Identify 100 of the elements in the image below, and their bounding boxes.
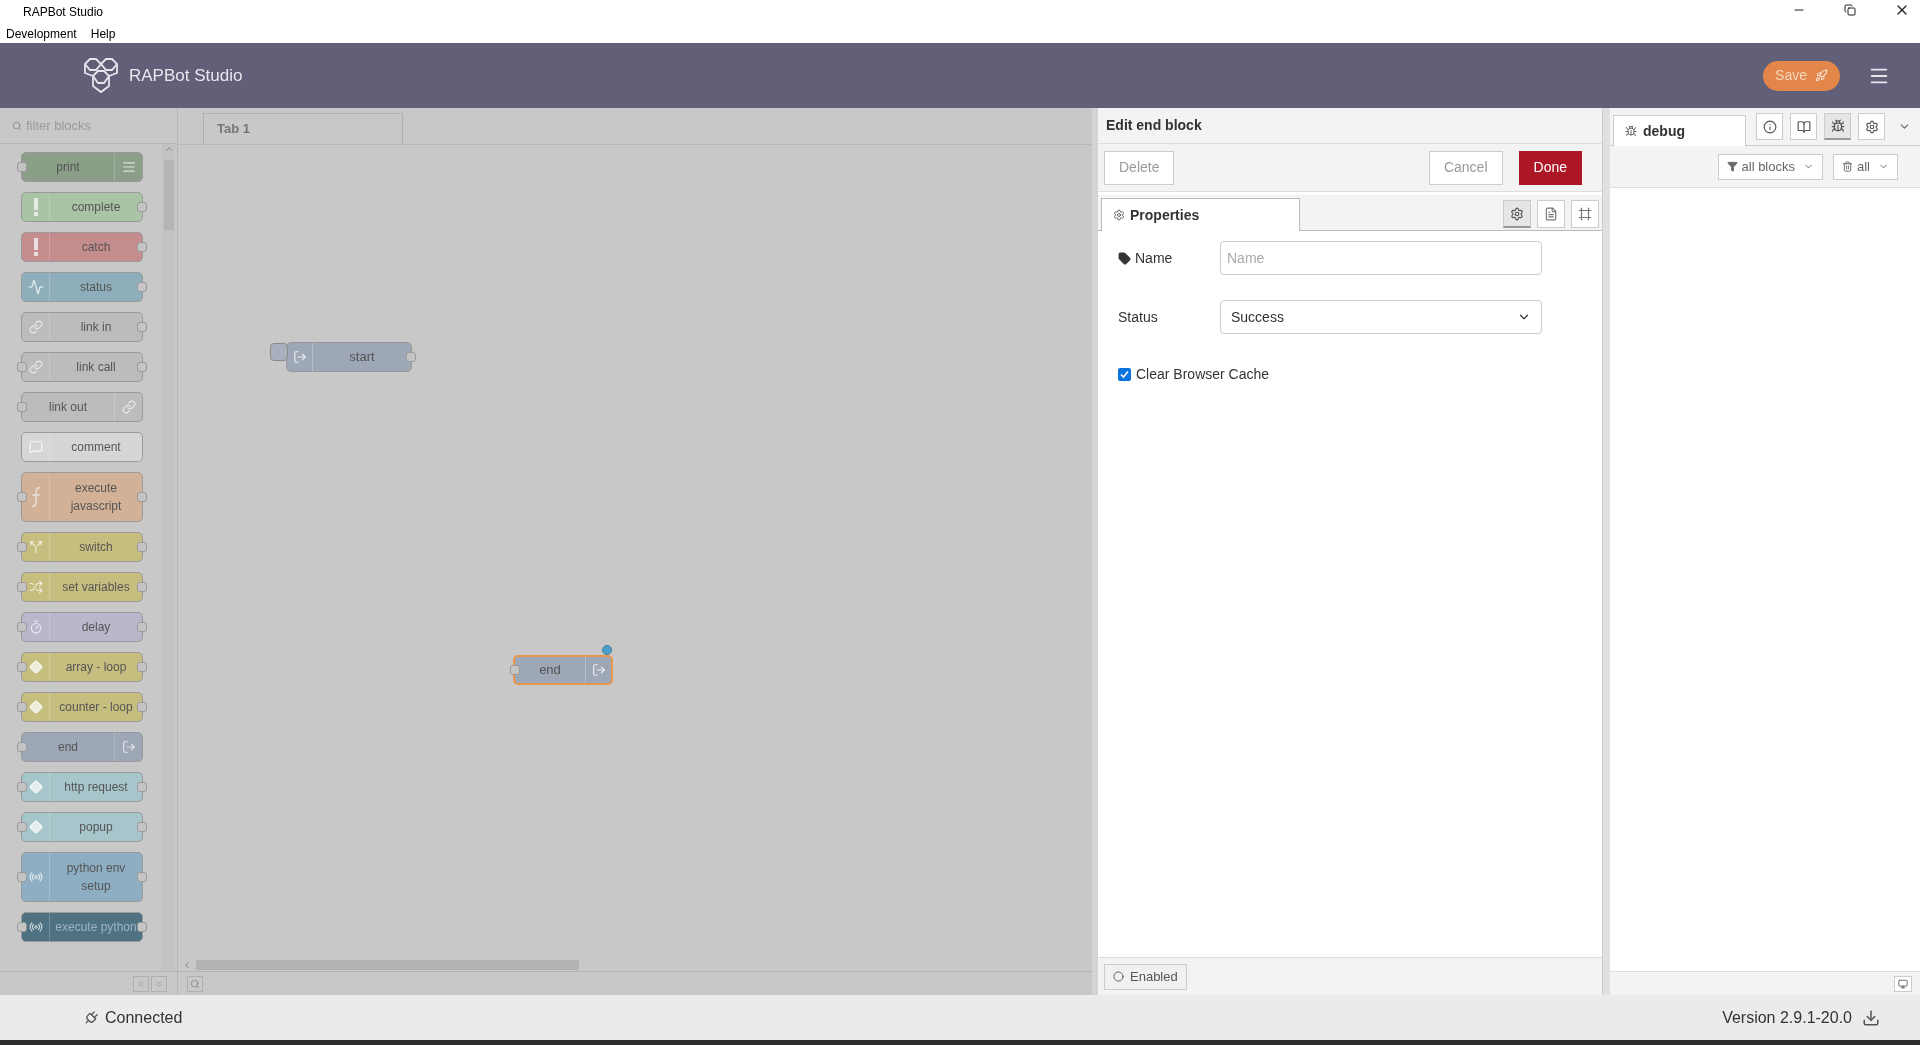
diamond-icon	[28, 700, 43, 714]
rocket-icon	[1815, 69, 1828, 82]
filter-icon	[1726, 161, 1738, 172]
workspace-tab[interactable]: Tab 1	[203, 113, 403, 144]
scroll-up-icon[interactable]	[163, 144, 174, 154]
port[interactable]	[137, 492, 147, 502]
filter-button[interactable]: all blocks	[1717, 153, 1823, 180]
port[interactable]	[17, 162, 27, 172]
port[interactable]	[17, 362, 27, 372]
delete-button[interactable]: Delete	[1104, 150, 1175, 185]
version-label: Version 2.9.1-20.0	[1722, 1007, 1852, 1028]
port[interactable]	[137, 662, 147, 672]
search-icon	[12, 120, 22, 131]
split-icon	[28, 540, 43, 554]
port[interactable]	[137, 872, 147, 882]
speech-bubble-icon	[28, 440, 43, 454]
enabled-toggle[interactable]: Enabled	[1104, 963, 1187, 990]
tag-icon	[1118, 251, 1131, 265]
link-icon	[121, 400, 136, 414]
frame-icon-tab[interactable]	[1571, 200, 1599, 228]
signal-icon	[28, 920, 43, 934]
bug-icon	[1830, 119, 1845, 133]
port[interactable]	[406, 352, 416, 362]
document-icon-tab[interactable]	[1537, 200, 1565, 228]
port[interactable]	[17, 702, 27, 712]
port[interactable]	[137, 922, 147, 932]
checkbox[interactable]	[1118, 368, 1131, 381]
monitor-icon	[1898, 978, 1908, 989]
cancel-button[interactable]: Cancel	[1428, 150, 1503, 185]
info-icon-tab[interactable]	[1756, 113, 1783, 140]
port[interactable]	[510, 665, 520, 675]
port[interactable]	[17, 622, 27, 632]
scroll-left-icon[interactable]	[182, 959, 192, 970]
port[interactable]	[17, 922, 27, 932]
settings-icon-tab[interactable]	[1858, 113, 1885, 140]
checkbox-label: Clear Browser Cache	[1136, 365, 1270, 384]
port[interactable]	[17, 782, 27, 792]
scrollbar[interactable]	[162, 144, 175, 971]
done-button[interactable]: Done	[1518, 150, 1582, 185]
link-icon	[28, 360, 43, 374]
debug-tab[interactable]: debug	[1613, 115, 1746, 146]
expand-button[interactable]	[151, 975, 167, 992]
zoom-button[interactable]	[187, 975, 203, 992]
settings-icon-tab[interactable]	[1503, 200, 1531, 228]
flow-node[interactable]: end	[513, 655, 613, 685]
document-icon	[1544, 207, 1558, 221]
diamond-icon	[28, 660, 43, 674]
properties-tab[interactable]: Properties	[1101, 198, 1300, 231]
gear-icon	[1510, 206, 1524, 221]
port[interactable]	[17, 542, 27, 552]
inject-toggle[interactable]	[270, 343, 288, 361]
port[interactable]	[137, 702, 147, 712]
port[interactable]	[137, 362, 147, 372]
port[interactable]	[137, 282, 147, 292]
port[interactable]	[17, 742, 27, 752]
menu-item[interactable]: Help	[90, 25, 116, 43]
collapse-button[interactable]	[133, 975, 149, 992]
clear-button[interactable]: all	[1833, 153, 1898, 180]
trash-icon	[1842, 161, 1853, 172]
open-window-button[interactable]	[1894, 975, 1912, 992]
exclamation-icon	[32, 238, 39, 256]
app-title: RAPBot Studio	[129, 64, 243, 87]
port[interactable]	[137, 542, 147, 552]
name-field[interactable]: Name	[1220, 241, 1542, 275]
port[interactable]	[17, 822, 27, 832]
port[interactable]	[137, 582, 147, 592]
bug-icon-tab[interactable]	[1824, 113, 1851, 140]
book-icon-tab[interactable]	[1790, 113, 1817, 140]
port[interactable]	[17, 402, 27, 412]
palette-block[interactable]: comment	[21, 432, 143, 462]
double-chevron-up-icon	[136, 978, 146, 989]
circle-icon	[1113, 971, 1124, 982]
bug-icon	[1625, 125, 1637, 137]
frame-icon	[1578, 207, 1592, 221]
restore-icon[interactable]	[1844, 4, 1856, 16]
port[interactable]	[137, 242, 147, 252]
status-dropdown[interactable]: Success	[1220, 300, 1542, 334]
port[interactable]	[17, 582, 27, 592]
port[interactable]	[137, 622, 147, 632]
diamond-icon	[28, 780, 43, 794]
double-chevron-down-icon	[154, 978, 164, 989]
info-icon	[1762, 119, 1777, 134]
gear-icon	[1113, 209, 1125, 221]
window-title: RAPBot Studio	[23, 4, 104, 21]
exclamation-icon	[32, 198, 39, 216]
diamond-icon	[28, 820, 43, 834]
port[interactable]	[137, 322, 147, 332]
port[interactable]	[17, 662, 27, 672]
list-icon	[121, 160, 136, 174]
port[interactable]	[17, 492, 27, 502]
port[interactable]	[137, 202, 147, 212]
port[interactable]	[137, 782, 147, 792]
connection-status: Connected	[105, 1007, 183, 1028]
port[interactable]	[137, 822, 147, 832]
menu-item[interactable]: Development	[6, 25, 77, 43]
timer-icon	[28, 620, 43, 634]
editor-title: Edit end block	[1106, 116, 1202, 135]
port[interactable]	[17, 872, 27, 882]
download-icon[interactable]	[1862, 1008, 1880, 1027]
search-icon	[190, 978, 200, 989]
